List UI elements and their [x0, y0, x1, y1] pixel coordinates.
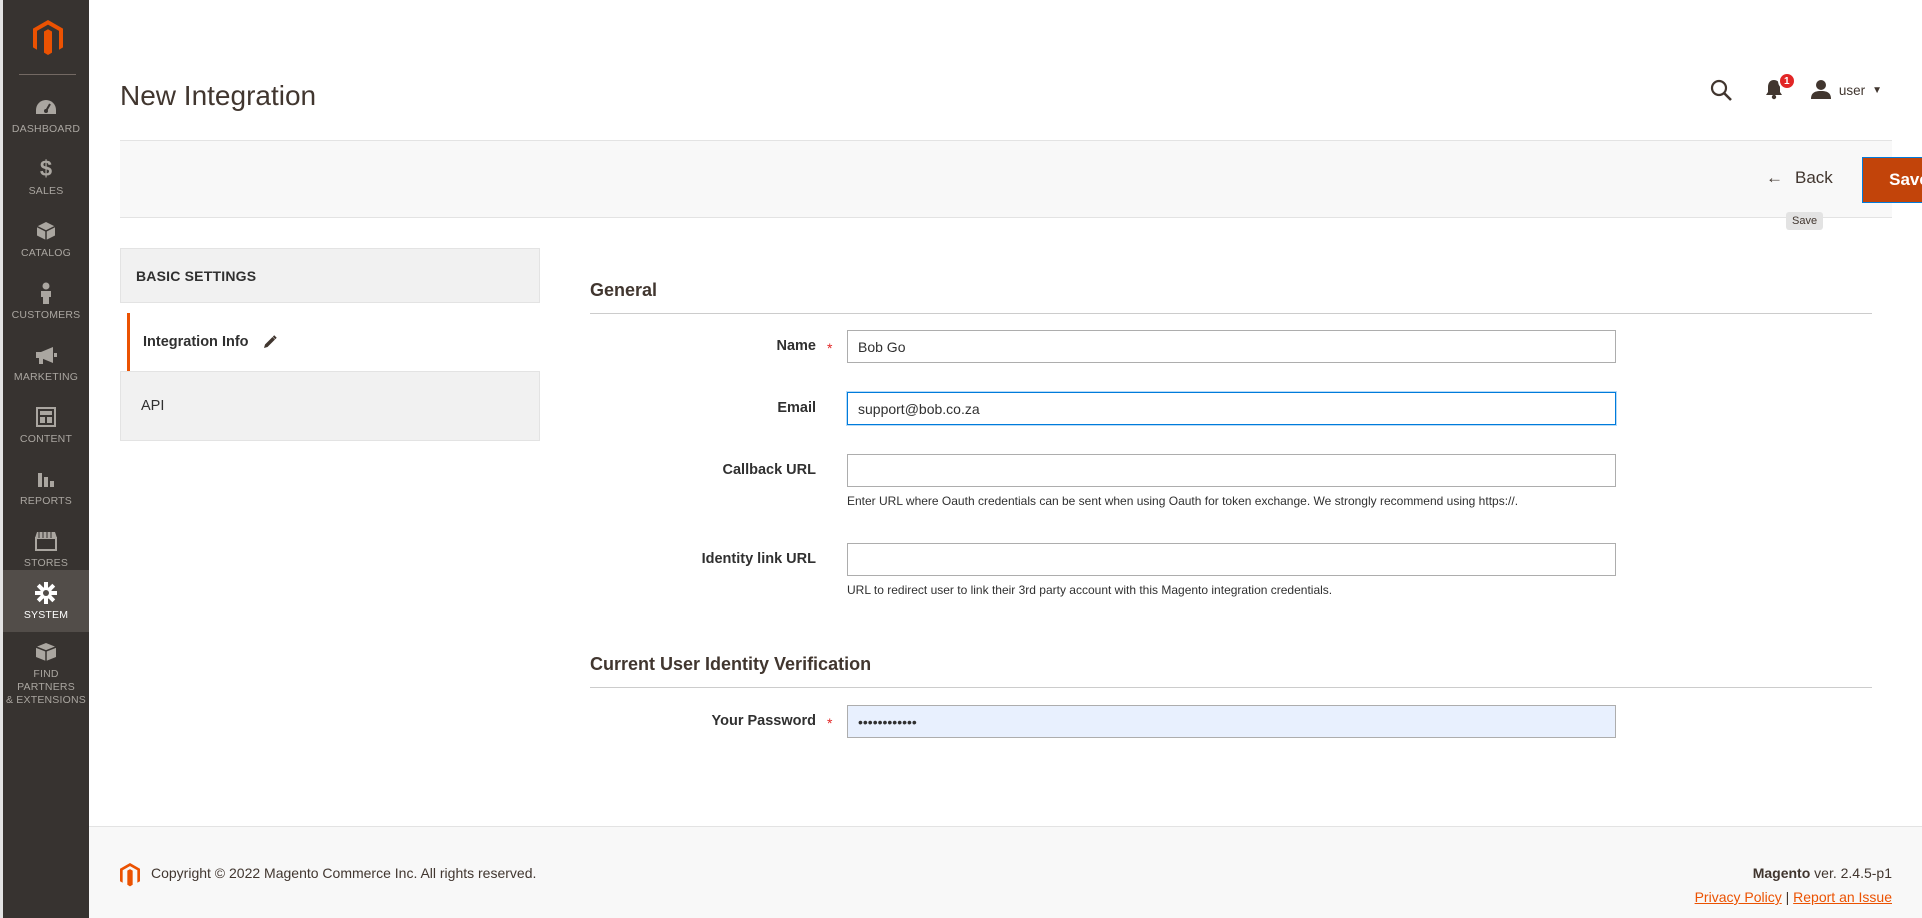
name-input[interactable]: Bob Go [847, 330, 1616, 363]
menu-label: CUSTOMERS [11, 308, 81, 321]
email-input[interactable]: support@bob.co.za [847, 392, 1616, 425]
menu-item-marketing[interactable]: MARKETING [3, 332, 89, 394]
email-label: Email [777, 400, 816, 416]
link-separator: | [1781, 889, 1794, 905]
menu-label: CONTENT [19, 432, 73, 445]
report-issue-link[interactable]: Report an Issue [1793, 889, 1892, 905]
gear-icon [34, 581, 58, 605]
user-name: user [1838, 82, 1866, 98]
magento-logo-icon[interactable] [3, 0, 92, 75]
callback-url-note: Enter URL where Oauth credentials can be… [847, 494, 1519, 508]
tab-api[interactable]: API [120, 371, 540, 441]
layout-icon [34, 405, 58, 429]
identity-link-url-note: URL to redirect user to link their 3rd p… [847, 583, 1333, 597]
back-label: Back [1795, 168, 1833, 187]
dashboard-icon [34, 95, 58, 119]
callback-url-label: Callback URL [722, 462, 816, 478]
tab-label: Integration Info [143, 334, 249, 350]
tabs-panel: BASIC SETTINGS Integration Info API [120, 248, 540, 441]
user-menu[interactable]: user ▼ [1810, 79, 1882, 102]
storefront-icon [34, 529, 58, 553]
footer-links: Privacy Policy | Report an Issue [1695, 889, 1892, 905]
required-mark: * [827, 340, 833, 356]
menu-item-catalog[interactable]: CATALOG [3, 208, 89, 270]
page-footer: Copyright © 2022 Magento Commerce Inc. A… [89, 826, 1922, 918]
identity-link-url-label: Identity link URL [701, 551, 816, 567]
save-split-button: Save ▼ [1862, 157, 1922, 203]
blocks-icon [34, 640, 58, 664]
menu-label: MARKETING [13, 370, 79, 383]
menu-label: CATALOG [20, 246, 72, 259]
header-actions: 1 user ▼ [1709, 72, 1882, 104]
user-icon [1810, 79, 1831, 102]
name-label: Name [776, 338, 817, 354]
version-text: Magento ver. 2.4.5-p1 [1753, 865, 1892, 881]
page-title: New Integration [120, 80, 317, 111]
identity-link-url-input[interactable] [847, 543, 1616, 576]
menu-label: DASHBOARD [11, 122, 81, 135]
brand-name: Magento [1752, 865, 1811, 881]
menu-label: SALES [28, 184, 64, 197]
page-actions-bar: ← Back Save ▼ [120, 140, 1922, 218]
menu-label: SYSTEM [23, 608, 69, 621]
megaphone-icon [34, 343, 58, 367]
menu-item-dashboard[interactable]: DASHBOARD [3, 84, 89, 146]
box-icon [34, 219, 58, 243]
password-input[interactable]: •••••••••••• [847, 705, 1616, 738]
version-number: ver. 2.4.5-p1 [1810, 865, 1892, 881]
save-button[interactable]: Save [1863, 158, 1922, 202]
notification-count-badge: 1 [1777, 72, 1796, 90]
magento-logo-icon [119, 863, 141, 887]
verification-section-title: Current User Identity Verification [590, 654, 1872, 688]
menu-item-customers[interactable]: CUSTOMERS [3, 270, 89, 332]
pencil-icon [263, 335, 277, 349]
menu-label: REPORTS [20, 494, 72, 507]
tab-label: API [141, 398, 165, 414]
search-icon[interactable] [1709, 78, 1733, 102]
bell-icon [1765, 80, 1783, 104]
chevron-down-icon: ▼ [1872, 84, 1882, 96]
menu-item-sales[interactable]: $ SALES [3, 146, 89, 208]
save-tooltip: Save [1786, 212, 1824, 230]
tab-integration-info[interactable]: Integration Info [127, 313, 540, 371]
required-mark: * [827, 715, 833, 731]
password-label: Your Password [711, 713, 816, 729]
dollar-icon: $ [39, 155, 53, 181]
menu-label: & EXTENSIONS [5, 693, 86, 706]
menu-item-content[interactable]: CONTENT [3, 394, 89, 456]
menu-label: FIND PARTNERS [17, 667, 75, 693]
menu-item-system[interactable]: SYSTEM [3, 570, 89, 632]
notifications-bell[interactable]: 1 [1765, 72, 1796, 104]
tabs-title: BASIC SETTINGS [120, 248, 540, 303]
menu-label: STORES [23, 556, 69, 569]
person-icon [34, 281, 58, 305]
callback-url-input[interactable] [847, 454, 1616, 487]
general-section-title: General [590, 280, 1872, 314]
admin-menu: DASHBOARD $ SALES CATALOG CUSTOMERS MARK… [0, 0, 89, 918]
bar-chart-icon [34, 467, 58, 491]
menu-item-find-partners[interactable]: FIND PARTNERS & EXTENSIONS [3, 638, 89, 708]
arrow-left-icon: ← [1766, 168, 1783, 187]
menu-item-reports[interactable]: REPORTS [3, 456, 89, 518]
privacy-policy-link[interactable]: Privacy Policy [1695, 889, 1782, 905]
back-button[interactable]: ← Back [1766, 168, 1833, 188]
copyright-text: Copyright © 2022 Magento Commerce Inc. A… [151, 865, 537, 881]
